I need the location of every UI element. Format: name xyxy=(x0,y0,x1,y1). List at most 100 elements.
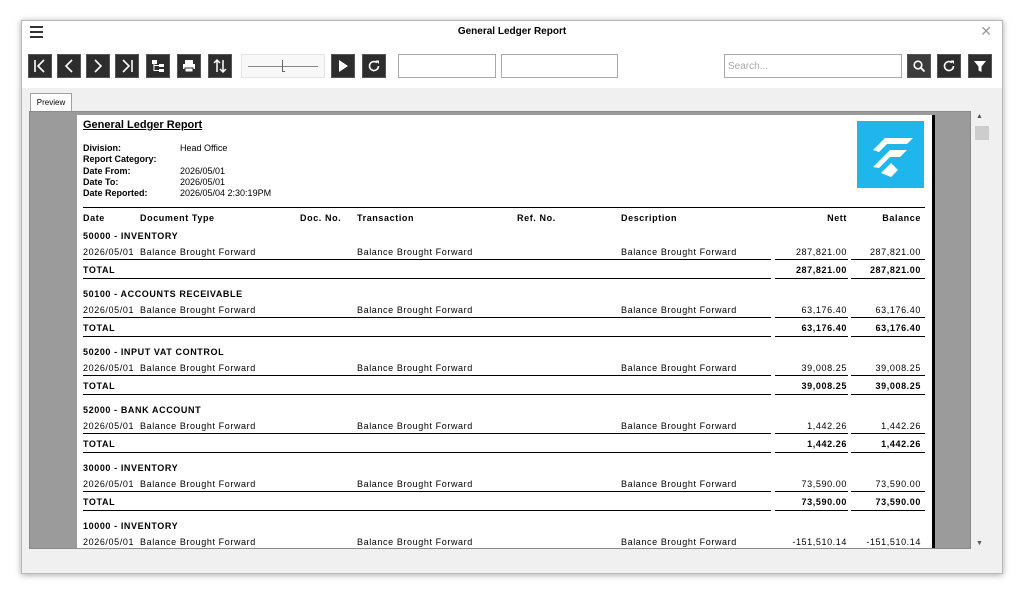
title-bar: General Ledger Report ✕ xyxy=(22,21,1002,44)
previous-page-button[interactable] xyxy=(57,54,81,78)
total-balance: 1,442.26 xyxy=(881,439,921,449)
column-header-balance: Balance xyxy=(882,213,921,223)
total-underline xyxy=(775,394,848,395)
row-balance: 73,590.00 xyxy=(875,479,921,489)
column-header-document-type: Document Type xyxy=(140,213,215,223)
account-group-heading: 50000 - INVENTORY xyxy=(83,231,179,241)
run-button[interactable] xyxy=(331,54,355,78)
refresh-search-button[interactable] xyxy=(937,54,961,78)
row-transaction: Balance Brought Forward xyxy=(357,479,473,489)
row-balance: 287,821.00 xyxy=(869,247,921,257)
sort-button[interactable] xyxy=(208,54,232,78)
report-viewer: General Ledger Report Division: Head Offi… xyxy=(29,111,971,549)
total-label: TOTAL xyxy=(83,381,116,391)
info-value: 2026/05/01 xyxy=(180,176,226,187)
total-divider xyxy=(851,491,925,492)
info-division: Division: Head Office xyxy=(83,143,271,154)
info-label: Report Category: xyxy=(83,154,157,165)
column-header-nett: Nett xyxy=(827,213,847,223)
total-divider xyxy=(851,375,925,376)
row-nett: 287,821.00 xyxy=(795,247,847,257)
zoom-slider-thumb[interactable] xyxy=(282,60,285,72)
row-nett: 73,590.00 xyxy=(801,479,847,489)
column-header-doc-no: Doc. No. xyxy=(300,213,342,223)
column-header-ref-no: Ref. No. xyxy=(517,213,556,223)
filter-button[interactable] xyxy=(968,54,992,78)
next-page-button[interactable] xyxy=(86,54,110,78)
total-underline xyxy=(851,278,925,279)
scroll-down-arrow[interactable]: ▼ xyxy=(976,540,983,547)
scroll-up-arrow[interactable]: ▲ xyxy=(976,113,983,120)
row-transaction: Balance Brought Forward xyxy=(357,537,473,547)
total-divider xyxy=(83,433,771,434)
row-balance: 63,176.40 xyxy=(875,305,921,315)
total-underline xyxy=(775,452,848,453)
total-label: TOTAL xyxy=(83,497,116,507)
scrollbar-thumb[interactable] xyxy=(975,126,989,140)
search-button[interactable] xyxy=(907,54,931,78)
total-underline xyxy=(83,394,771,395)
chevron-right-icon xyxy=(94,59,103,73)
search-input[interactable] xyxy=(724,54,902,78)
row-date: 2026/05/01 xyxy=(83,537,135,547)
info-value: 2026/05/04 2:30:19PM xyxy=(180,188,272,199)
total-divider xyxy=(775,317,848,318)
total-label: TOTAL xyxy=(83,265,116,275)
total-underline xyxy=(851,394,925,395)
info-label: Division: xyxy=(83,143,122,153)
total-nett: 73,590.00 xyxy=(801,497,847,507)
reload-button[interactable] xyxy=(362,54,386,78)
parameter-field-2[interactable] xyxy=(501,54,618,78)
first-page-button[interactable] xyxy=(28,54,52,78)
row-description: Balance Brought Forward xyxy=(621,479,737,489)
last-page-button[interactable] xyxy=(115,54,139,78)
total-balance: 39,008.25 xyxy=(875,381,921,391)
row-date: 2026/05/01 xyxy=(83,421,135,431)
total-underline xyxy=(83,278,771,279)
printer-icon xyxy=(183,60,195,73)
account-group-heading: 30000 - INVENTORY xyxy=(83,463,179,473)
row-description: Balance Brought Forward xyxy=(621,363,737,373)
document-map-button[interactable] xyxy=(146,54,170,78)
vertical-scrollbar[interactable]: ▲ ▼ xyxy=(973,111,991,549)
row-balance: -151,510.14 xyxy=(866,537,921,547)
zoom-slider[interactable] xyxy=(241,54,325,78)
row-transaction: Balance Brought Forward xyxy=(357,305,473,315)
chevron-left-icon xyxy=(64,59,73,73)
row-description: Balance Brought Forward xyxy=(621,537,737,547)
info-report-category: Report Category: xyxy=(83,154,271,165)
header-divider xyxy=(83,207,925,208)
column-header-transaction: Transaction xyxy=(357,213,415,223)
total-divider xyxy=(775,491,848,492)
tab-preview[interactable]: Preview xyxy=(30,93,72,111)
total-underline xyxy=(83,510,771,511)
total-divider xyxy=(83,491,771,492)
row-document-type: Balance Brought Forward xyxy=(140,247,256,257)
toolbar xyxy=(22,44,1002,88)
info-label: Date To: xyxy=(83,176,119,187)
close-icon[interactable]: ✕ xyxy=(980,23,992,40)
row-document-type: Balance Brought Forward xyxy=(140,305,256,315)
search-icon xyxy=(913,60,926,73)
row-balance: 1,442.26 xyxy=(881,421,921,431)
row-description: Balance Brought Forward xyxy=(621,247,737,257)
total-label: TOTAL xyxy=(83,323,116,333)
report-window: General Ledger Report ✕ Search... Previe… xyxy=(21,20,1003,574)
info-date-reported: Date Reported: 2026/05/04 2:30:19PM xyxy=(83,188,271,199)
info-date-from: Date From: 2026/05/01 xyxy=(83,166,271,177)
total-underline xyxy=(851,452,925,453)
account-group-heading: 50200 - INPUT VAT CONTROL xyxy=(83,347,225,357)
total-underline xyxy=(851,510,925,511)
report-info: Division: Head Office Report Category: Da… xyxy=(83,143,271,199)
row-document-type: Balance Brought Forward xyxy=(140,363,256,373)
row-nett: -151,510.14 xyxy=(792,537,847,547)
print-button[interactable] xyxy=(177,54,201,78)
parameter-field-1[interactable] xyxy=(398,54,496,78)
total-nett: 39,008.25 xyxy=(801,381,847,391)
total-nett: 287,821.00 xyxy=(795,265,847,275)
info-label: Date Reported: xyxy=(83,188,148,199)
row-transaction: Balance Brought Forward xyxy=(357,247,473,257)
brand-logo xyxy=(857,121,924,188)
play-icon xyxy=(339,60,348,72)
account-group-heading: 52000 - BANK ACCOUNT xyxy=(83,405,202,415)
